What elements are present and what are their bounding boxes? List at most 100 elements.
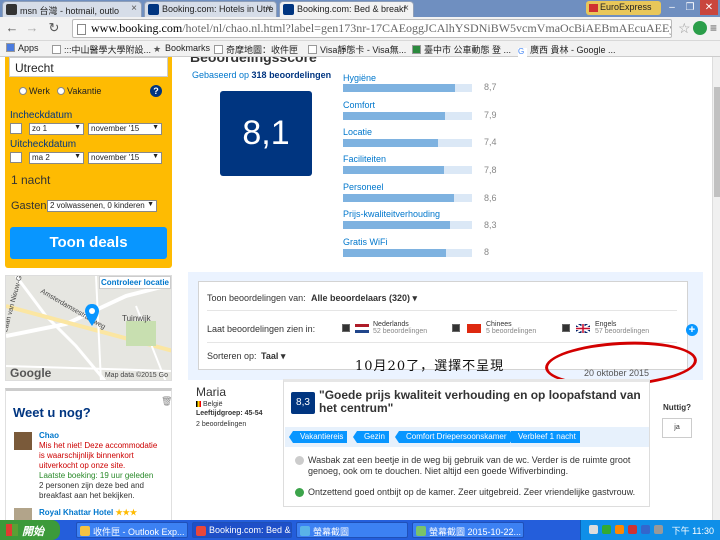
tray-icon[interactable] [615, 525, 624, 534]
url-domain: www.booking.com [91, 21, 183, 35]
bookmark-item[interactable]: 臺中市 公車動態 登 ... [412, 43, 511, 56]
language-option[interactable]: Nederlands 52 beoordelingen [373, 321, 427, 335]
address-bar[interactable]: www.booking.com/hotel/nl/chao.nl.html?la… [72, 19, 672, 38]
checkout-month-select[interactable]: november '15 ▼ [88, 152, 162, 164]
url-path: /hotel/nl/chao.nl.html?label=gen173nr-17… [182, 21, 672, 35]
reload-icon[interactable]: ↻ [46, 20, 62, 36]
page-icon [308, 45, 317, 54]
bookmark-item[interactable]: :::中山醫學大學附設... [52, 43, 151, 56]
category-value: 8,6 [484, 193, 497, 203]
language-option[interactable]: Engels 57 beoordelingen [595, 321, 649, 335]
category-value: 7,4 [484, 137, 497, 147]
checkbox-chinees[interactable] [452, 324, 460, 332]
checkin-month-select[interactable]: november '15 ▼ [88, 123, 162, 135]
reviewer-review-count: 2 beoordelingen [196, 421, 247, 428]
checkin-day-select[interactable]: zo 1 ▼ [29, 123, 84, 135]
negative-icon [295, 456, 304, 465]
calendar-icon[interactable] [10, 123, 22, 134]
map-attribution: Map data ©2015 Go [104, 372, 168, 379]
overall-score: 8,1 [220, 91, 312, 176]
tray-icon[interactable] [589, 525, 598, 534]
recent-hotel-link[interactable]: Royal Khattar Hotel ★★★ [39, 508, 137, 517]
window-close-icon[interactable]: ✕ [700, 0, 718, 15]
reviewer-country: België [196, 401, 222, 408]
maximize-icon[interactable]: ❐ [682, 0, 698, 15]
tab-booking-bnb[interactable]: Booking.com: Bed & breakf × [279, 1, 414, 17]
based-on-text: Gebaseerd op 318 beoordelingen [192, 70, 332, 80]
hotel-thumbnail[interactable] [14, 432, 32, 450]
bookmark-item[interactable]: 奇摩地圖：收件匣 [214, 43, 298, 56]
destination-input[interactable]: Utrecht [9, 57, 168, 77]
volume-icon[interactable] [654, 525, 663, 534]
taskbar-item-screenshot[interactable]: 螢幕截圖 [296, 522, 408, 538]
trip-type-werk[interactable]: Werk [19, 86, 50, 96]
flag-china-icon [467, 324, 481, 333]
checkbox-nederlands[interactable] [342, 324, 350, 332]
page-icon [52, 45, 61, 54]
review-tag: Gezin [353, 431, 389, 443]
taskbar-item-screenshot-file[interactable]: 螢幕截圖 2015-10-22... [412, 522, 524, 538]
category-bar [343, 84, 472, 92]
forward-icon[interactable]: → [24, 20, 40, 36]
reviewer-age-group: Leeftijdgroep: 45-54 [196, 410, 263, 417]
hotel-thumbnail[interactable] [14, 508, 32, 520]
more-languages-icon[interactable]: + [686, 324, 698, 336]
minimize-icon[interactable]: – [664, 0, 680, 15]
taskbar-item-outlook[interactable]: 收件匣 - Outlook Exp... [76, 522, 188, 538]
menu-icon[interactable]: ≡ [710, 21, 718, 35]
msn-favicon-icon [6, 4, 17, 15]
radio-icon [19, 87, 27, 95]
search-button[interactable]: Toon deals [10, 227, 167, 259]
extension-icon[interactable] [693, 21, 707, 35]
tray-icon[interactable] [628, 525, 637, 534]
tab-booking-hotels[interactable]: Booking.com: Hotels in Utre × [144, 1, 277, 17]
map-pin-icon[interactable] [85, 304, 99, 326]
back-icon[interactable]: ← [4, 20, 20, 36]
bookmark-item[interactable]: Visa靜態卡 - Visa無... [308, 43, 406, 56]
map-place-label: Tuinwijk [122, 314, 151, 323]
booking-favicon-icon [148, 4, 159, 15]
tray-icon[interactable] [602, 525, 611, 534]
helpful-yes-button[interactable]: ja [662, 418, 692, 438]
location-map[interactable]: Controleer locatie Tuinwijk Amsterdamses… [5, 275, 172, 381]
bookmark-item[interactable]: G 廣西 貴林 - Google ... [518, 43, 616, 57]
review-score: 8,3 [291, 392, 315, 414]
recent-hotel-link[interactable]: Chao [39, 431, 59, 440]
review-title: "Goede prijs kwaliteit verhouding en op … [319, 388, 641, 415]
close-icon[interactable]: × [266, 3, 272, 14]
bookmark-item[interactable]: ★ Bookmarks [153, 43, 210, 54]
help-icon[interactable]: ? [150, 85, 162, 97]
reviewer-filter-select[interactable]: Alle beoordelaars (320) ▾ [311, 293, 417, 304]
checkout-day-select[interactable]: ma 2 ▼ [29, 152, 84, 164]
viewers-text: 2 personen zijn deze bed and breakfast a… [39, 481, 144, 500]
tray-icon[interactable] [641, 525, 650, 534]
review-tag: Verbleef 1 nacht [507, 431, 580, 443]
scrollbar-thumb[interactable] [714, 87, 720, 197]
checkbox-engels[interactable] [562, 324, 570, 332]
score-summary: Beoordelingsscore Gebaseerd op 318 beoor… [190, 57, 703, 267]
category-value: 7,8 [484, 165, 497, 175]
trip-type-vakantie[interactable]: Vakantie [57, 86, 101, 96]
page-scrollbar[interactable] [712, 57, 720, 520]
folder-icon [300, 526, 310, 536]
euroexpress-extension[interactable]: EuroExpress [586, 1, 661, 15]
nights-count: 1 nacht [11, 173, 51, 187]
tab-msn[interactable]: msn 台灣 - hotmail, outlo × [2, 1, 142, 17]
checkin-label: Incheckdatum [10, 110, 73, 121]
helpful-label: Nuttig? [663, 403, 691, 412]
tab-label: Booking.com: Hotels in Utre [162, 4, 274, 14]
category-value: 8,7 [484, 82, 497, 92]
sort-select[interactable]: Taal ▾ [261, 351, 285, 362]
check-location-button[interactable]: Controleer locatie [99, 276, 171, 289]
bookmark-star-icon[interactable]: ☆ [678, 20, 691, 37]
calendar-icon[interactable] [10, 152, 22, 163]
close-icon[interactable]: × [403, 3, 409, 14]
review-count-link[interactable]: 318 beoordelingen [252, 70, 332, 80]
taskbar-item-chrome[interactable]: Booking.com: Bed &... [192, 522, 292, 538]
close-icon[interactable]: × [131, 3, 137, 14]
start-button[interactable]: 開始 [0, 520, 60, 540]
guests-select[interactable]: 2 volwassenen, 0 kinderen ▼ [47, 200, 157, 212]
bookmark-apps[interactable]: Apps [6, 43, 39, 53]
trash-icon[interactable]: 🗑 [161, 396, 172, 407]
language-option[interactable]: Chinees 5 beoordelingen [486, 321, 536, 335]
